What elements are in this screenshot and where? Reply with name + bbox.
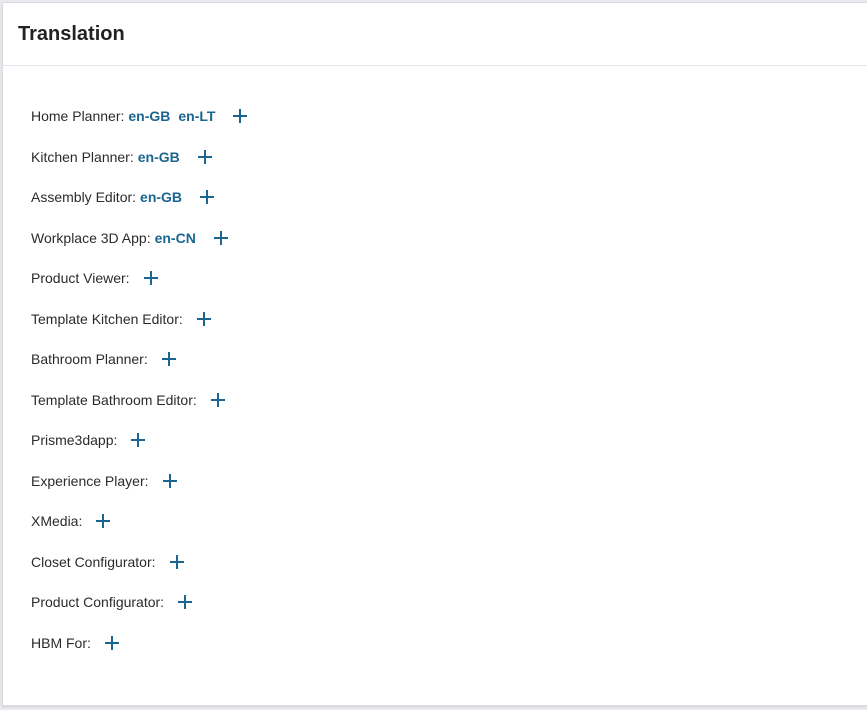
add-translation-button[interactable] <box>195 310 213 328</box>
app-name-label: Assembly Editor: <box>31 189 137 206</box>
page-title: Translation <box>18 22 125 45</box>
app-row: HBM For: <box>31 623 249 664</box>
app-name-label: Product Viewer: <box>31 270 130 287</box>
add-translation-button[interactable] <box>212 229 230 247</box>
app-row: Experience Player: <box>31 461 249 502</box>
language-link[interactable]: en-GB <box>138 149 180 165</box>
plus-icon <box>143 271 158 286</box>
language-link[interactable]: en-CN <box>155 230 196 246</box>
app-row: Home Planner: en-GB en-LT <box>31 96 249 137</box>
add-translation-button[interactable] <box>231 107 249 125</box>
app-row: Closet Configurator: <box>31 542 249 583</box>
app-name-label: XMedia: <box>31 513 83 530</box>
card-header: Translation <box>3 3 867 66</box>
plus-icon <box>213 230 228 245</box>
app-name-label: HBM For: <box>31 634 91 651</box>
plus-icon <box>210 392 225 407</box>
app-row: Template Bathroom Editor: <box>31 380 249 421</box>
plus-icon <box>162 473 177 488</box>
app-row: Workplace 3D App: en-CN <box>31 218 249 259</box>
app-name-label: Template Bathroom Editor: <box>31 391 197 408</box>
app-name-label: Prisme3dapp: <box>31 432 118 449</box>
plus-icon <box>131 433 146 448</box>
add-translation-button[interactable] <box>196 148 214 166</box>
language-link[interactable]: en-LT <box>178 108 215 124</box>
plus-icon <box>161 352 176 367</box>
app-name-label: Closet Configurator: <box>31 553 156 570</box>
add-translation-button[interactable] <box>168 553 186 571</box>
plus-icon <box>96 514 111 529</box>
app-name-label: Product Configurator: <box>31 594 165 611</box>
app-row: Kitchen Planner: en-GB <box>31 137 249 178</box>
add-translation-button[interactable] <box>176 593 194 611</box>
plus-icon <box>104 635 119 650</box>
plus-icon <box>233 109 248 124</box>
plus-icon <box>197 149 212 164</box>
plus-icon <box>196 311 211 326</box>
add-translation-button[interactable] <box>198 188 216 206</box>
plus-icon <box>169 554 184 569</box>
app-name-label: Kitchen Planner: <box>31 148 134 165</box>
language-link[interactable]: en-GB <box>128 108 170 124</box>
add-translation-button[interactable] <box>160 350 178 368</box>
app-translation-list: Home Planner: en-GB en-LT Kitchen Planner: e… <box>31 96 249 663</box>
app-name-label: Home Planner: <box>31 108 125 125</box>
app-row: Prisme3dapp: <box>31 420 249 461</box>
add-translation-button[interactable] <box>103 634 121 652</box>
app-name-label: Template Kitchen Editor: <box>31 310 183 327</box>
add-translation-button[interactable] <box>94 512 112 530</box>
app-row: Product Configurator: <box>31 582 249 623</box>
app-name-label: Workplace 3D App: <box>31 229 151 246</box>
app-name-label: Experience Player: <box>31 472 149 489</box>
add-translation-button[interactable] <box>142 269 160 287</box>
app-row: XMedia: <box>31 501 249 542</box>
app-name-label: Bathroom Planner: <box>31 351 148 368</box>
app-row: Product Viewer: <box>31 258 249 299</box>
plus-icon <box>200 190 215 205</box>
app-row: Bathroom Planner: <box>31 339 249 380</box>
translation-card: Translation Home Planner: en-GB en-LT Kitch… <box>2 2 867 706</box>
plus-icon <box>178 595 193 610</box>
add-translation-button[interactable] <box>129 431 147 449</box>
add-translation-button[interactable] <box>209 391 227 409</box>
language-link[interactable]: en-GB <box>140 189 182 205</box>
add-translation-button[interactable] <box>161 472 179 490</box>
app-row: Template Kitchen Editor: <box>31 299 249 340</box>
app-row: Assembly Editor: en-GB <box>31 177 249 218</box>
